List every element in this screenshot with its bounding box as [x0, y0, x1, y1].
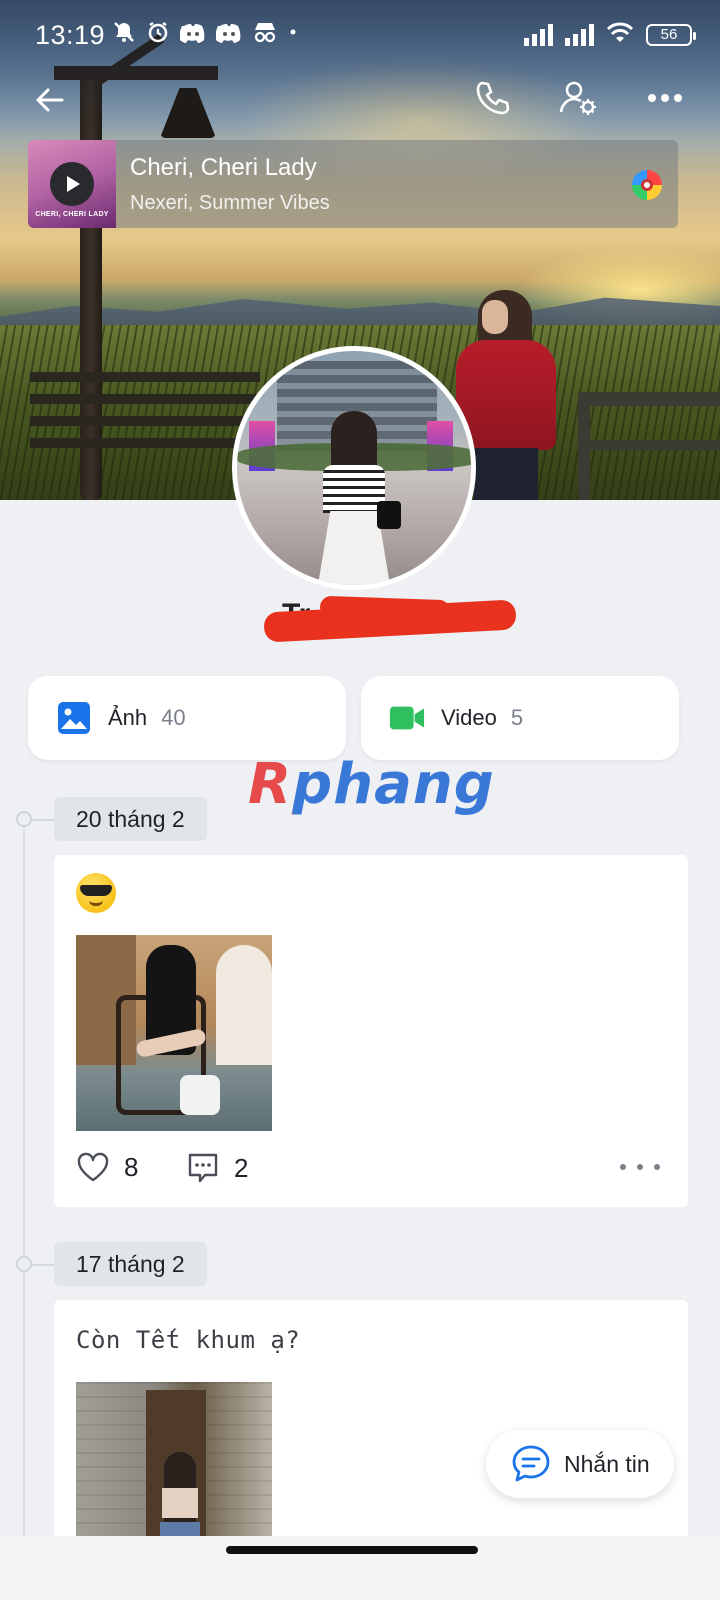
song-title: Cheri, Cheri Lady: [130, 154, 317, 181]
signal-icon: [524, 24, 553, 46]
photos-label: Ảnh: [108, 705, 148, 730]
battery-icon: 56: [646, 24, 696, 46]
send-message-label: Nhắn tin: [564, 1450, 650, 1477]
play-icon: [67, 176, 80, 192]
call-button[interactable]: [470, 76, 514, 120]
photos-count: 40: [161, 705, 186, 730]
post-text: Còn Tết khum ạ?: [76, 1326, 301, 1354]
discord-icon: [215, 20, 242, 51]
song-artist: Nexeri, Summer Vibes: [130, 192, 330, 214]
status-system-icons: 56: [524, 20, 696, 51]
play-button[interactable]: [50, 162, 94, 206]
videos-label: Video: [441, 705, 497, 730]
comment-button[interactable]: 2: [186, 1151, 248, 1185]
timeline-dot: [16, 1256, 32, 1272]
profile-settings-button[interactable]: [556, 76, 600, 120]
profile-music-card[interactable]: CHERI, CHERI LADY Cheri, Cheri Lady Nexe…: [28, 140, 678, 228]
signal-icon: [565, 24, 594, 46]
photos-button[interactable]: Ảnh 40: [28, 676, 346, 760]
post-more-icon[interactable]: [620, 1155, 660, 1179]
heart-icon: [77, 1152, 109, 1182]
arrow-left-icon: [36, 88, 64, 112]
timeline-post[interactable]: 8 2: [54, 855, 688, 1207]
cover-fence: [578, 392, 720, 500]
phone-icon: [476, 81, 510, 115]
name-redaction: [319, 595, 451, 623]
music-disc-icon[interactable]: [632, 170, 662, 200]
timeline-connector: [32, 1264, 54, 1266]
comment-icon: [188, 1153, 218, 1183]
home-indicator[interactable]: [226, 1546, 478, 1554]
timeline-dot: [16, 811, 32, 827]
back-button[interactable]: [28, 78, 72, 122]
videos-count: 5: [510, 705, 524, 730]
timeline-date: 20 tháng 2: [54, 797, 207, 841]
post-photo[interactable]: [76, 935, 272, 1131]
timeline-date: 17 tháng 2: [54, 1242, 207, 1286]
watermark: Rphang: [248, 752, 495, 817]
comment-count: 2: [234, 1152, 249, 1183]
cover-bench: [30, 372, 260, 460]
timeline-line: [23, 820, 25, 1600]
status-time: 13:19: [35, 20, 106, 50]
discord-icon: [179, 20, 206, 51]
timeline-connector: [32, 819, 54, 821]
videos-button[interactable]: Video 5: [361, 676, 679, 760]
album-art-text: CHERI, CHERI LADY: [35, 211, 109, 218]
incognito-icon: [252, 20, 278, 51]
send-message-button[interactable]: Nhắn tin: [486, 1430, 674, 1498]
status-bar: 13:19 56: [0, 0, 720, 70]
image-icon: [56, 700, 92, 736]
video-camera-icon: [389, 700, 425, 736]
profile-name: Tr... T...: [260, 592, 520, 648]
like-button[interactable]: 8: [76, 1151, 138, 1183]
alarm-icon: [146, 20, 170, 51]
avatar[interactable]: [232, 346, 476, 590]
user-settings-icon: [559, 81, 596, 115]
wifi-icon: [606, 20, 634, 51]
bell-off-icon: [112, 20, 136, 51]
chat-bubble-icon: [512, 1445, 550, 1482]
status-notification-icons: [112, 20, 298, 50]
dot-icon: [288, 20, 298, 51]
sunglasses-emoji-icon: [76, 873, 116, 913]
like-count: 8: [124, 1151, 139, 1182]
more-button[interactable]: [640, 76, 690, 120]
post-reactions: 8 2: [76, 1151, 666, 1187]
more-horizontal-icon: [648, 94, 682, 102]
